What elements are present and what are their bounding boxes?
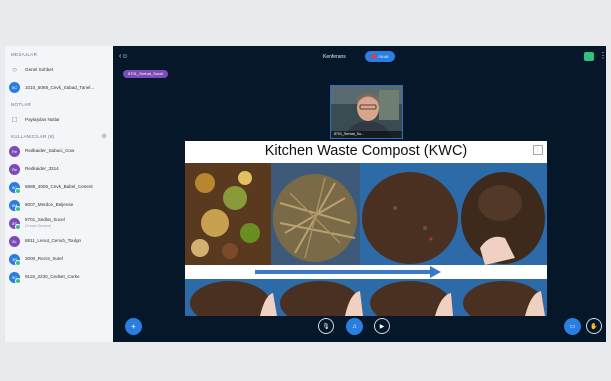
webcam-name-label: 8701_Serbat_Su...	[331, 131, 402, 138]
microphone-icon: 🎙	[322, 323, 330, 330]
room-title: Kenferans	[323, 54, 346, 60]
user-list-item[interactable]: 3R 3000_Rezot_Sutel	[5, 250, 113, 268]
sidebar-item-label: 1010_5068_Cevk_Sabad_Tanel...	[25, 84, 95, 90]
avatar: Re	[9, 145, 20, 157]
top-bar: ‹☺ Kenferans 00:46 ⋮	[113, 46, 606, 68]
users-section-title: KULLANICILAR (8) ⚙	[11, 132, 107, 142]
sidebar-item-label: Paylaşılan Notlar	[25, 116, 60, 122]
sidebar-item-shared-notes[interactable]: □ Paylaşılan Notlar	[5, 110, 113, 128]
audio-button[interactable]: ♫	[346, 318, 363, 335]
photo-compost-1	[360, 163, 460, 265]
notes-section-title: NOTLAR	[11, 102, 32, 107]
avatar: 5C	[9, 81, 20, 93]
chat-icon: ○	[12, 64, 17, 74]
photo-compost-2	[460, 163, 547, 265]
user-list-item[interactable]: 8M 8007_Merdce_Beljense	[5, 196, 113, 214]
camera-icon: ▶	[379, 323, 385, 330]
users-toggle-icon[interactable]: ‹☺	[119, 53, 128, 60]
user-list-item[interactable]: 8C 8888_4006_Cevk_Babel_Cenent	[5, 178, 113, 196]
user-list-item[interactable]: 8L 8811_Lenut_Cenuh_Toulgn	[5, 232, 113, 250]
avatar: 8L	[9, 235, 20, 247]
avatar: Re	[9, 163, 20, 175]
gear-icon[interactable]: ⚙	[101, 132, 107, 142]
webcam-button[interactable]: ▶	[374, 318, 390, 334]
slide-photos	[185, 163, 547, 316]
sidebar-item-private-chat[interactable]: 5C 1010_5068_Cevk_Sabad_Tanel...	[5, 78, 113, 96]
user-name: 8811_Lenut_Cenuh_Toulgn	[25, 238, 82, 243]
presenter-tag: 8701_Serbat_Sucel	[123, 70, 169, 78]
sidebar: MESAJLAR ○ Genel Sohbet 5C 1010_5068_Cev…	[5, 46, 114, 342]
recording-indicator[interactable]: 00:46	[365, 51, 395, 62]
avatar: 9C	[9, 271, 21, 284]
screen-share-icon: ▭	[569, 324, 576, 330]
user-list-item[interactable]: 9C 9118_3230_Cedset_Curke	[5, 268, 113, 286]
presentation-slide: Kitchen Waste Compost (KWC) ⋮	[185, 141, 547, 316]
photo-straw	[271, 163, 360, 265]
plus-icon: +	[131, 322, 136, 331]
user-name: 8007_Merdce_Beljense	[25, 202, 74, 207]
record-icon	[371, 54, 377, 59]
headphones-icon: ♫	[352, 323, 357, 330]
user-list-item[interactable]: 8S 8701_Sedlat_Sucel (Sunan Sensen)	[5, 214, 113, 232]
more-options-icon[interactable]: ⋮	[599, 51, 606, 60]
presentation-area: ‹☺ Kenferans 00:46 ⋮ 8701_Serbat_Sucel 8…	[113, 46, 606, 342]
slide-options-icon[interactable]: ⋮	[533, 145, 543, 155]
slide-title: Kitchen Waste Compost (KWC)	[264, 143, 468, 159]
user-name: Redkaider_3314	[25, 166, 59, 171]
avatar: 8M	[9, 199, 21, 212]
messages-section-title: MESAJLAR	[11, 52, 38, 57]
connection-status-icon[interactable]	[584, 52, 594, 61]
avatar: 8S	[9, 217, 21, 230]
user-role: (Sunan Sensen)	[25, 224, 51, 228]
user-name: 9118_3230_Cedset_Curke	[25, 274, 80, 279]
user-name: 8888_4006_Cevk_Babel_Cenent	[25, 184, 93, 189]
photo-kitchen-waste	[185, 163, 271, 265]
actions-button[interactable]: +	[125, 318, 142, 335]
user-list-item[interactable]: Re Redkaider_Sabaci_Cow	[5, 142, 113, 160]
raise-hand-button[interactable]: ✋	[586, 318, 602, 334]
user-name: 3000_Rezot_Sutel	[25, 256, 63, 261]
screen-share-button[interactable]: ▭	[564, 318, 581, 335]
note-icon: □	[12, 114, 17, 124]
sidebar-item-public-chat[interactable]: ○ Genel Sohbet	[5, 60, 113, 78]
hand-icon: ✋	[590, 323, 598, 330]
user-name: Redkaider_Sabaci_Cow	[25, 148, 75, 153]
avatar: 8C	[9, 181, 21, 194]
sidebar-item-label: Genel Sohbet	[25, 66, 54, 72]
webcam-tile[interactable]: 8701_Serbat_Su...	[330, 85, 403, 139]
conference-window: MESAJLAR ○ Genel Sohbet 5C 1010_5068_Cev…	[5, 46, 606, 342]
user-list-item[interactable]: Re Redkaider_3314	[5, 160, 113, 178]
mute-button[interactable]: 🎙	[318, 318, 334, 334]
avatar: 3R	[9, 253, 21, 266]
